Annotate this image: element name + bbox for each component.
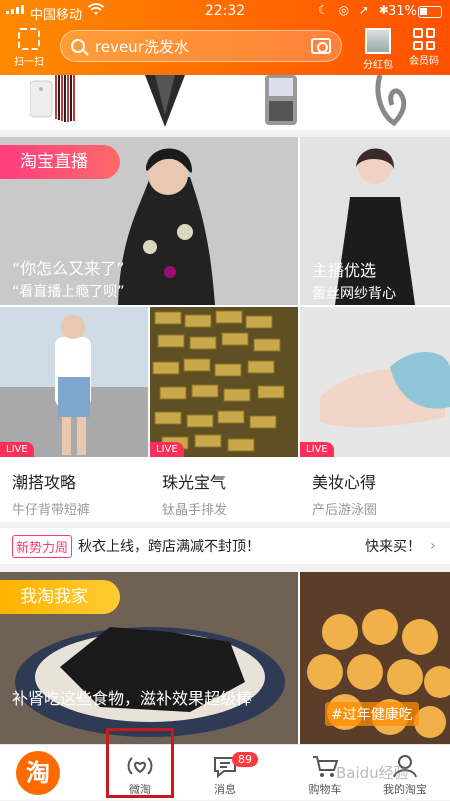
live-main-line2: “看直播上瘾了呗”: [12, 284, 125, 300]
live-section: 淘宝直播 “你怎么又来了” “看直播上瘾了呗” ♥ 主播优选 蕾丝网纱背心: [0, 137, 450, 522]
annotation-highlight-box: [106, 728, 174, 798]
product-thumb-phone[interactable]: [262, 75, 302, 127]
live-card-2-info[interactable]: 珠光宝气 钛晶手排发: [150, 457, 298, 518]
live-main-caption: “你怎么又来了” “看直播上瘾了呗”: [12, 255, 125, 301]
product-thumb-pendant[interactable]: [372, 74, 412, 127]
live-card-2-title: 珠光宝气: [162, 473, 227, 492]
live-card-3-subtitle: 产后游泳圈: [312, 503, 378, 518]
home-section-tag[interactable]: 我淘我家: [0, 580, 120, 614]
search-input[interactable]: reveur洗发水: [95, 36, 311, 57]
live-card-3[interactable]: LIVE: [300, 307, 450, 457]
live-card-3-info[interactable]: 美妆心得 产后游泳圈: [300, 457, 450, 518]
home-hashtag: #过年健康吃: [325, 702, 419, 726]
live-card-1-title: 潮搭攻略: [12, 473, 77, 492]
live-side-subtitle: 蕾丝网纱背心: [312, 286, 396, 302]
status-bar: 中国移动 22:32 ☾ ◎ ➚ ✱ 31%: [0, 0, 450, 24]
battery-icon: [418, 6, 442, 18]
message-count-badge: 89: [232, 752, 258, 767]
live-card-1-info[interactable]: 潮搭攻略 牛仔背带短裤: [0, 457, 148, 518]
redpacket-label: 分红包: [363, 60, 393, 71]
scan-label: 扫一扫: [14, 57, 44, 68]
member-code-label: 会员码: [409, 56, 439, 67]
tab-messages[interactable]: 消息: [180, 745, 270, 801]
search-bar[interactable]: reveur洗发水: [60, 30, 342, 62]
home-main-caption: 补肾吃这些食物，滋补效果超级棒: [12, 689, 253, 708]
tab-messages-label: 消息: [214, 783, 236, 796]
live-card-2-image: [150, 307, 298, 457]
live-card-2-subtitle: 钛晶手排发: [162, 503, 228, 518]
redpacket-button[interactable]: 分红包: [358, 28, 398, 71]
scan-icon: [18, 28, 40, 50]
live-card-3-image: [300, 307, 450, 457]
live-card-2[interactable]: LIVE: [150, 307, 298, 457]
chevron-right-icon: ›: [430, 538, 436, 554]
promo-badge: 新势力周: [12, 534, 73, 558]
camera-icon[interactable]: [311, 38, 331, 54]
redpacket-avatar: [365, 28, 391, 54]
product-thumb-device[interactable]: [29, 75, 80, 127]
live-card-1-subtitle: 牛仔背带短裤: [12, 503, 91, 518]
member-code-icon: [413, 28, 435, 50]
promo-bar[interactable]: 新势力周 秋衣上线，跨店满减不封顶！ 快来买！ ›: [0, 528, 450, 564]
live-card-1-image: [0, 307, 148, 457]
live-side-tile[interactable]: 主播优选 蕾丝网纱背心: [300, 137, 450, 305]
battery-level: 31%: [388, 4, 417, 19]
product-strip: [0, 74, 450, 130]
top-bar: 中国移动 22:32 ☾ ◎ ➚ ✱ 31% 扫一扫 reveur洗发水 分红包…: [0, 0, 450, 75]
live-badge: LIVE: [0, 442, 34, 457]
live-section-tag[interactable]: 淘宝直播: [0, 145, 120, 179]
live-card-1[interactable]: LIVE: [0, 307, 148, 457]
promo-text: 秋衣上线，跨店满减不封顶！: [78, 539, 261, 555]
promo-more-link[interactable]: 快来买！: [365, 536, 421, 556]
tab-my-taobao-label: 我的淘宝: [383, 783, 427, 796]
live-badge: LIVE: [150, 442, 184, 457]
product-thumb-dress[interactable]: [135, 75, 195, 127]
tab-cart-label: 购物车: [308, 783, 342, 796]
live-badge: LIVE: [300, 442, 334, 457]
live-card-3-title: 美妆心得: [312, 473, 377, 492]
live-side-title: 主播优选: [312, 261, 377, 280]
watermark: Baidu经验: [336, 764, 409, 782]
search-icon: [71, 39, 85, 53]
member-code-button[interactable]: 会员码: [404, 28, 444, 67]
taobao-home-tab[interactable]: 淘: [16, 751, 60, 795]
live-side-caption: 主播优选 蕾丝网纱背心: [312, 257, 396, 303]
live-main-line1: “你怎么又来了”: [12, 259, 125, 278]
status-icons: ☾ ◎ ➚ ✱: [318, 3, 392, 17]
scan-button[interactable]: 扫一扫: [10, 28, 48, 68]
